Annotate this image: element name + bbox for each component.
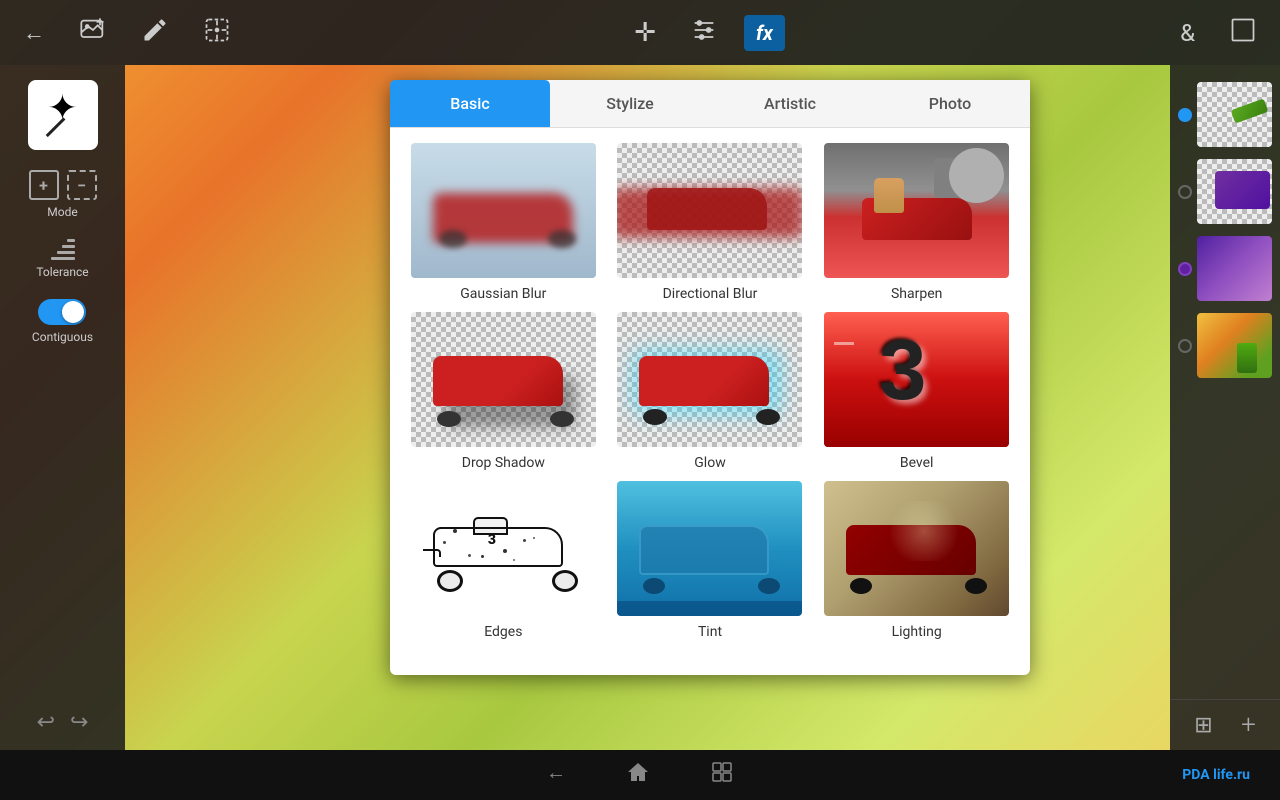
- filter-panel: Basic Stylize Artistic Photo Gaussian Bl…: [390, 80, 1030, 675]
- lighting-label: Lighting: [892, 624, 942, 640]
- gaussian-blur-label: Gaussian Blur: [460, 286, 546, 302]
- layer-thumb-1: [1197, 82, 1272, 147]
- bevel-label: Bevel: [900, 455, 934, 471]
- layer-thumb-2: [1197, 159, 1272, 224]
- adjustments-icon: [690, 16, 718, 44]
- directional-blur-thumb: [617, 143, 802, 278]
- layer-radio-2[interactable]: [1178, 185, 1192, 199]
- lighting-thumb: [824, 481, 1009, 616]
- toolbar-left: ←: [15, 8, 239, 58]
- layer-item-3[interactable]: [1170, 234, 1280, 303]
- sharpen-thumb: [824, 143, 1009, 278]
- draw-button[interactable]: [133, 8, 177, 58]
- gaussian-blur-thumb: [411, 143, 596, 278]
- bevel-number: 3: [879, 322, 926, 420]
- recent-icon: [710, 760, 734, 784]
- drop-shadow-label: Drop Shadow: [462, 455, 545, 471]
- mode-item: + − Mode: [29, 170, 97, 219]
- contiguous-label: Contiguous: [32, 330, 93, 344]
- nav-icons: ←: [546, 760, 734, 790]
- fx-button[interactable]: fx: [744, 15, 785, 51]
- layer-thumb-4: [1197, 313, 1272, 378]
- back-nav-button[interactable]: ←: [546, 760, 566, 790]
- back-button[interactable]: ←: [15, 12, 53, 54]
- undo-redo: ↩ ↪: [22, 695, 104, 750]
- directional-blur-label: Directional Blur: [663, 286, 758, 302]
- sharpen-label: Sharpen: [891, 286, 942, 302]
- filter-tint[interactable]: Tint: [612, 481, 809, 640]
- bottom-bar: ← PDA life.ru: [0, 750, 1280, 800]
- filters-grid: Gaussian Blur Directional Blur Sharpen: [390, 128, 1030, 655]
- layer-thumb-decoration: [1231, 98, 1269, 123]
- filter-drop-shadow[interactable]: Drop Shadow: [405, 312, 602, 471]
- filter-directional-blur[interactable]: Directional Blur: [612, 143, 809, 302]
- mode-label: Mode: [47, 205, 77, 219]
- layer-2-shape: [1215, 171, 1270, 209]
- mode-icons: + −: [29, 170, 97, 200]
- tolerance-item: Tolerance: [36, 239, 88, 279]
- magic-wand-icon: ✦: [47, 87, 77, 144]
- tab-photo[interactable]: Photo: [870, 80, 1030, 127]
- redo-button[interactable]: ↪: [70, 710, 88, 735]
- brand-label: PDA life.ru: [1182, 767, 1250, 783]
- crop-icon: [1229, 16, 1257, 44]
- tabs-row: Basic Stylize Artistic Photo: [390, 80, 1030, 128]
- mode-add-button[interactable]: +: [29, 170, 59, 200]
- edges-label: Edges: [484, 624, 522, 640]
- move-button[interactable]: ✛: [626, 10, 664, 56]
- filter-glow[interactable]: Glow: [612, 312, 809, 471]
- layer-radio-1[interactable]: [1178, 108, 1192, 122]
- toolbar-center: ✛ fx: [626, 8, 785, 58]
- filter-lighting[interactable]: Lighting: [818, 481, 1015, 640]
- tint-label: Tint: [698, 624, 722, 640]
- glow-thumb: [617, 312, 802, 447]
- add-layer-button[interactable]: +: [1241, 710, 1256, 740]
- tolerance-label: Tolerance: [36, 265, 88, 279]
- home-nav-button[interactable]: [626, 760, 650, 790]
- filter-edges[interactable]: 3 Edges: [405, 481, 602, 640]
- layer-radio-4[interactable]: [1178, 339, 1192, 353]
- right-bottom-icons: ⊞ +: [1170, 699, 1280, 750]
- add-image-button[interactable]: [71, 8, 115, 58]
- filter-bevel[interactable]: 3 Bevel: [818, 312, 1015, 471]
- left-sidebar: ✦ + − Mode Tolerance Contiguous ↩ ↪: [0, 65, 125, 750]
- leaf-shape: [1237, 343, 1257, 373]
- layer-thumb-3: [1197, 236, 1272, 301]
- tab-artistic[interactable]: Artistic: [710, 80, 870, 127]
- layer-item-1[interactable]: [1170, 80, 1280, 149]
- tab-stylize[interactable]: Stylize: [550, 80, 710, 127]
- adjustments-button[interactable]: [682, 8, 726, 58]
- selection-icon: [203, 16, 231, 44]
- layers-panel-button[interactable]: ⊞: [1194, 713, 1212, 738]
- glow-label: Glow: [694, 455, 725, 471]
- recent-nav-button[interactable]: [710, 760, 734, 790]
- top-toolbar: ←: [0, 0, 1280, 65]
- crop-button[interactable]: [1221, 8, 1265, 58]
- home-icon: [626, 760, 650, 784]
- mode-subtract-button[interactable]: −: [67, 170, 97, 200]
- edges-thumb: 3: [411, 481, 596, 616]
- toolbar-right: &: [1172, 8, 1265, 58]
- layer-item-4[interactable]: [1170, 311, 1280, 380]
- tab-basic[interactable]: Basic: [390, 80, 550, 127]
- layer-item-2[interactable]: [1170, 157, 1280, 226]
- add-image-icon: [79, 16, 107, 44]
- contiguous-toggle[interactable]: [38, 299, 86, 325]
- magic-wand-button[interactable]: ✦: [28, 80, 98, 150]
- filter-sharpen[interactable]: Sharpen: [818, 143, 1015, 302]
- bevel-thumb: 3: [824, 312, 1009, 447]
- right-sidebar: ⊞ +: [1170, 65, 1280, 750]
- tolerance-icon: [51, 239, 75, 260]
- drop-shadow-thumb: [411, 312, 596, 447]
- contiguous-item: Contiguous: [32, 299, 93, 344]
- selection-button[interactable]: [195, 8, 239, 58]
- layer-radio-3[interactable]: [1178, 262, 1192, 276]
- draw-icon: [141, 16, 169, 44]
- merge-button[interactable]: &: [1172, 11, 1203, 55]
- filter-gaussian-blur[interactable]: Gaussian Blur: [405, 143, 602, 302]
- tint-thumb: [617, 481, 802, 616]
- undo-button[interactable]: ↩: [37, 710, 55, 735]
- toggle-knob: [62, 301, 84, 323]
